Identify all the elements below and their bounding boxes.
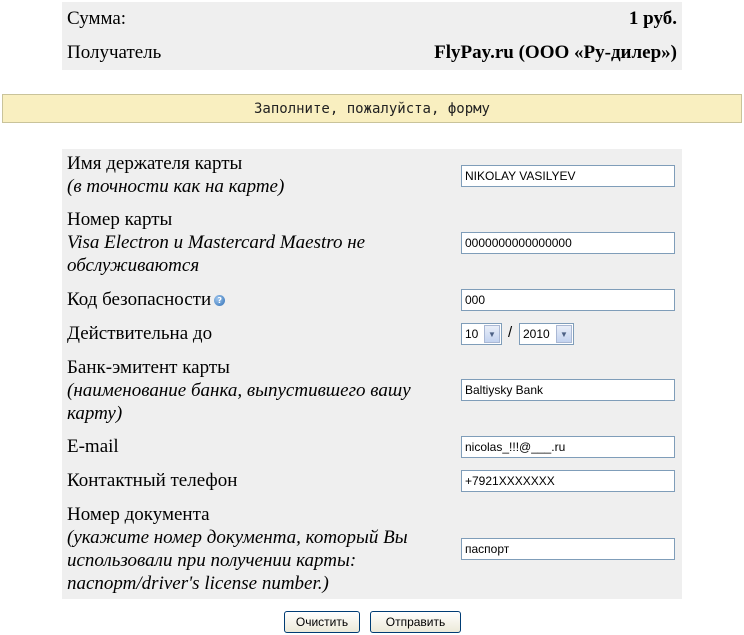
card-number-input[interactable]: 0000000000000000 [461,232,675,254]
card-number-hint-2: обслуживаются [67,255,200,276]
card-number-hint-1: Visa Electron и Mastercard Maestro не [67,232,366,253]
cardholder-label-block: Имя держателя карты (в точности как на к… [67,152,457,198]
recipient-row: Получатель FlyPay.ru (ООО «Ру-дилер») [67,38,677,68]
payment-summary: Сумма: 1 руб. Получатель FlyPay.ru (ООО … [62,2,682,70]
document-hint-1: (укажите номер документа, который Вы [67,527,408,548]
expiry-month-select[interactable]: 10 ▼ [461,323,502,345]
chevron-down-icon: ▼ [484,325,500,343]
valid-until-label: Действительна до [67,323,213,344]
document-hint-2: использовали при получении карты: [67,550,357,571]
document-hint-3: паспорт/driver's license number.) [67,573,329,594]
fill-form-notice: Заполните, пожалуйста, форму [2,94,742,123]
issuer-bank-label: Банк-эмитент карты [67,357,230,378]
phone-label: Контактный телефон [67,470,238,491]
card-number-label-block: Номер карты Visa Electron и Mastercard M… [67,208,457,277]
document-label: Номер документа [67,504,210,525]
submit-button[interactable]: Отправить [370,611,461,633]
email-field[interactable]: nicolas_!!!@___.ru [461,436,675,458]
security-code-label-block: Код безопасности? [67,288,457,311]
issuer-bank-input[interactable]: Baltiysky Bank [461,379,675,401]
expiry-year-value: 2010 [523,327,550,341]
recipient-label: Получатель [67,42,162,63]
email-label: E-mail [67,436,119,457]
issuer-bank-hint-1: (наименование банка, выпустившего вашу [67,380,411,401]
security-code-input[interactable]: 000 [461,289,675,311]
amount-label: Сумма: [67,8,127,29]
recipient-value: FlyPay.ru (ООО «Ру-дилер») [434,42,677,63]
security-code-label: Код безопасности [67,289,212,310]
amount-value: 1 руб. [628,8,677,29]
document-label-block: Номер документа (укажите номер документа… [67,503,457,595]
help-icon[interactable]: ? [214,295,226,306]
expiry-month-value: 10 [465,327,479,341]
issuer-bank-label-block: Банк-эмитент карты (наименование банка, … [67,356,457,425]
cardholder-hint: (в точности как на карте) [67,176,285,197]
phone-input[interactable]: +7921XXXXXXX [461,470,675,492]
issuer-bank-hint-2: карту) [67,403,123,424]
card-number-label: Номер карты [67,209,173,230]
card-form: Имя держателя карты (в точности как на к… [62,149,682,599]
chevron-down-icon: ▼ [556,325,572,343]
clear-button[interactable]: Очистить [284,611,360,633]
cardholder-label: Имя держателя карты [67,153,243,174]
date-separator: / [508,324,513,341]
cardholder-input[interactable]: NIKOLAY VASILYEV [461,165,675,187]
amount-row: Сумма: 1 руб. [67,4,677,34]
expiry-year-select[interactable]: 2010 ▼ [519,323,574,345]
document-input[interactable]: паспорт [461,538,675,560]
